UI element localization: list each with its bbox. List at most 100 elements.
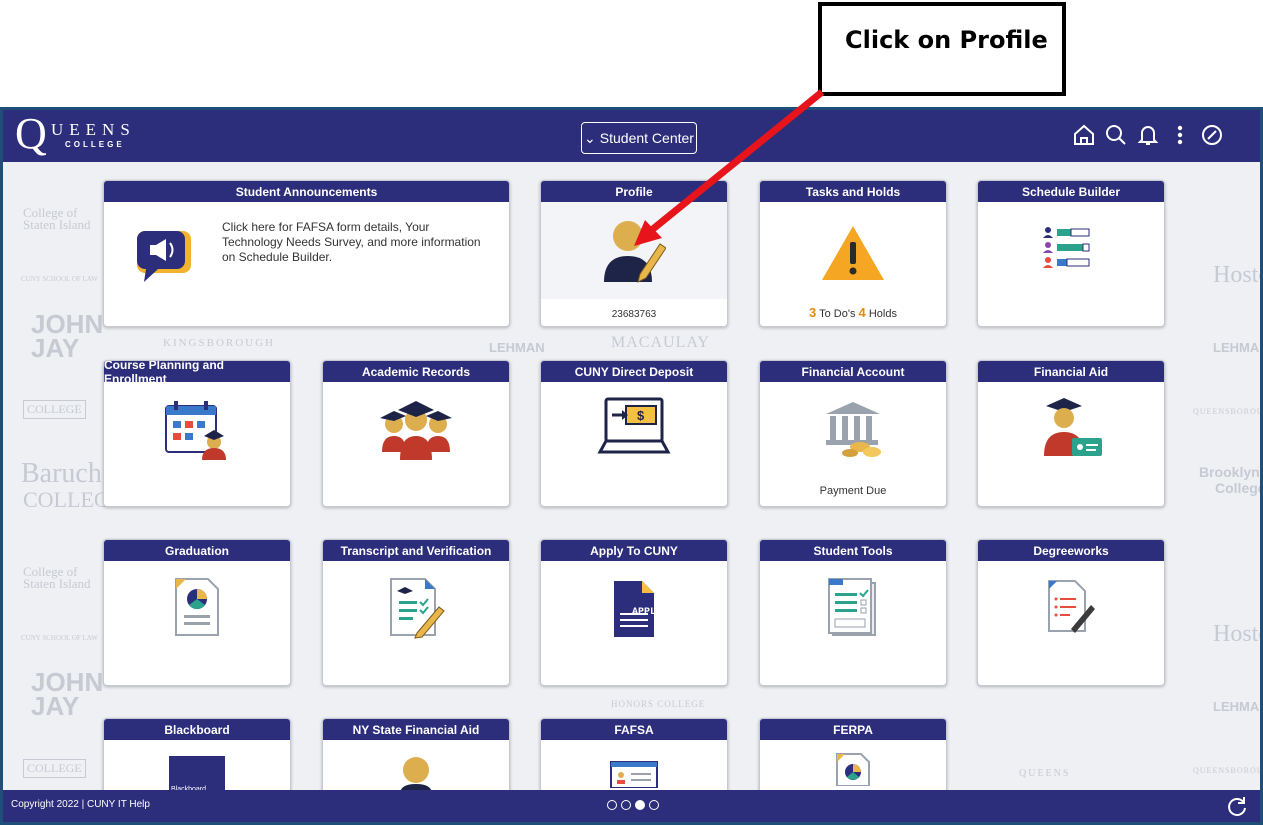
tile-title: Graduation [104,540,290,561]
transcript-checklist-icon [390,578,445,639]
tile-apply-to-cuny[interactable]: Apply To CUNY APPLY [540,539,728,686]
refresh-icon[interactable] [1224,793,1250,819]
tools-checklist-icon [828,578,876,636]
tile-grid: College of Staten Island CUNY SCHOOL OF … [3,162,1260,796]
tile-title: Apply To CUNY [541,540,727,561]
tile-title: Schedule Builder [978,181,1164,202]
page-dot-3-active[interactable] [635,800,645,810]
tile-financial-account[interactable]: Financial Account Payment Due [759,360,947,507]
tile-title: Financial Aid [978,361,1164,382]
graduation-report-icon [175,578,219,636]
schedule-list-icon [1043,227,1090,268]
graduates-icon [380,401,452,460]
calendar-student-icon [165,401,226,460]
tile-financial-aid[interactable]: Financial Aid [977,360,1165,507]
fafsa-form-icon [610,761,658,788]
tile-student-announcements[interactable]: Student Announcements Click here for FAF… [103,180,510,327]
tile-title: Course Planning and Enrollment [104,361,290,386]
laptop-deposit-icon: $ [597,397,671,454]
watermark-john-jay-2: JOHN JAY [31,667,104,721]
tile-title: Financial Account [760,361,946,382]
announcement-text[interactable]: Click here for FAFSA form details, Your … [222,220,492,265]
top-banner: Q UEENS COLLEGE ⌄ Student Center [3,110,1260,162]
more-icon[interactable] [1167,122,1193,148]
payment-due-label: Payment Due [819,485,887,497]
ferpa-report-icon [836,753,870,786]
tile-degreeworks[interactable]: Degreeworks [977,539,1165,686]
watermark-queensborough-2: QUEENSBOROUGH [1193,766,1260,775]
page-dot-1[interactable] [607,800,617,810]
callout-text: Click on Profile [845,26,1048,54]
tile-title: FAFSA [541,719,727,740]
watermark-hostos-2: Hostos [1213,621,1260,647]
tile-graduation[interactable]: Graduation [103,539,291,686]
watermark-macaulay: MACAULAY [611,334,710,351]
watermark-lehman-3: LEHMAN [1213,699,1260,714]
tile-tasks-and-holds[interactable]: Tasks and Holds 3 To Do's 4 Holds [759,180,947,327]
watermark-cuny-law-2: CUNY SCHOOL OF LAW [21,634,98,642]
warning-icon [822,226,884,280]
nav-compass-icon[interactable] [1199,122,1225,148]
todo-label: To Do's [819,308,856,320]
watermark-kingsborough: KINGSBOROUGH [163,337,276,349]
logo-main-text: UEENS [51,120,136,139]
tile-title: Student Tools [760,540,946,561]
profile-emplid: 23683763 [611,309,657,320]
tile-schedule-builder[interactable]: Schedule Builder [977,180,1165,327]
tasks-summary[interactable]: 3 To Do's 4 Holds [760,305,946,320]
watermark-brooklyn: Brooklyn [1199,464,1260,480]
instruction-callout: Click on Profile [818,2,1066,96]
tile-title: FERPA [760,719,946,740]
watermark-cuny-law: CUNY SCHOOL OF LAW [21,275,98,283]
watermark-hostos: Hostos [1213,262,1260,288]
watermark-john-jay: JOHN JAY [31,309,104,363]
tile-profile[interactable]: Profile 23683763 [540,180,728,327]
student-center-dropdown[interactable]: ⌄ Student Center [581,122,697,154]
watermark-queens: QUEENS [1019,768,1071,779]
tile-course-planning[interactable]: Course Planning and Enrollment [103,360,291,507]
tile-title: Blackboard [104,719,290,740]
page-dot-2[interactable] [621,800,631,810]
tile-blackboard[interactable]: Blackboard Blackboard [103,718,291,796]
bank-coins-icon [826,402,881,457]
watermark-lehman: LEHMAN [489,340,545,355]
tile-ny-state-financial-aid[interactable]: NY State Financial Aid [322,718,510,796]
profile-person-icon [604,221,666,283]
bell-icon[interactable] [1135,122,1161,148]
logo-q-glyph: Q [15,109,47,158]
tile-title: Tasks and Holds [760,181,946,202]
tile-ferpa[interactable]: FERPA [759,718,947,796]
student-center-label: Student Center [599,130,694,146]
tile-cuny-direct-deposit[interactable]: CUNY Direct Deposit $ [540,360,728,507]
watermark-baruch: Baruch [21,458,102,489]
tutorial-screenshot: Click on Profile Q UEENS COLLEGE ⌄ Stude… [0,0,1263,825]
page-dot-4[interactable] [649,800,659,810]
search-icon[interactable] [1103,122,1129,148]
tile-title: Academic Records [323,361,509,382]
student-aid-icon [1044,398,1102,456]
logo-sub-text: COLLEGE [65,140,125,149]
tile-title: CUNY Direct Deposit [541,361,727,382]
tile-title: Profile [541,181,727,202]
apply-icon-text: APPLY [631,607,662,618]
watermark-honors: HONORS COLLEGE [611,699,706,709]
student-center-window: Q UEENS COLLEGE ⌄ Student Center College… [0,107,1263,825]
tile-title: Degreeworks [978,540,1164,561]
home-icon[interactable] [1071,122,1097,148]
watermark-csi: College of Staten Island [23,205,91,232]
tile-student-tools[interactable]: Student Tools [759,539,947,686]
copyright-help-link[interactable]: Copyright 2022 | CUNY IT Help [11,799,150,810]
watermark-csi-2: College of Staten Island [23,564,91,591]
watermark-medgar: COLLEGE [23,400,86,419]
tile-transcript-verification[interactable]: Transcript and Verification [322,539,510,686]
todo-count: 3 [809,305,817,320]
degreeworks-doc-icon [1048,580,1095,633]
chevron-down-icon: ⌄ [584,129,596,146]
tile-title: NY State Financial Aid [323,719,509,740]
bottom-bar: Copyright 2022 | CUNY IT Help [3,790,1260,822]
tile-academic-records[interactable]: Academic Records [322,360,510,507]
megaphone-icon [137,231,191,282]
tile-fafsa[interactable]: FAFSA [540,718,728,796]
holds-label: Holds [868,308,897,320]
watermark-medgar-2: COLLEGE [23,759,86,778]
